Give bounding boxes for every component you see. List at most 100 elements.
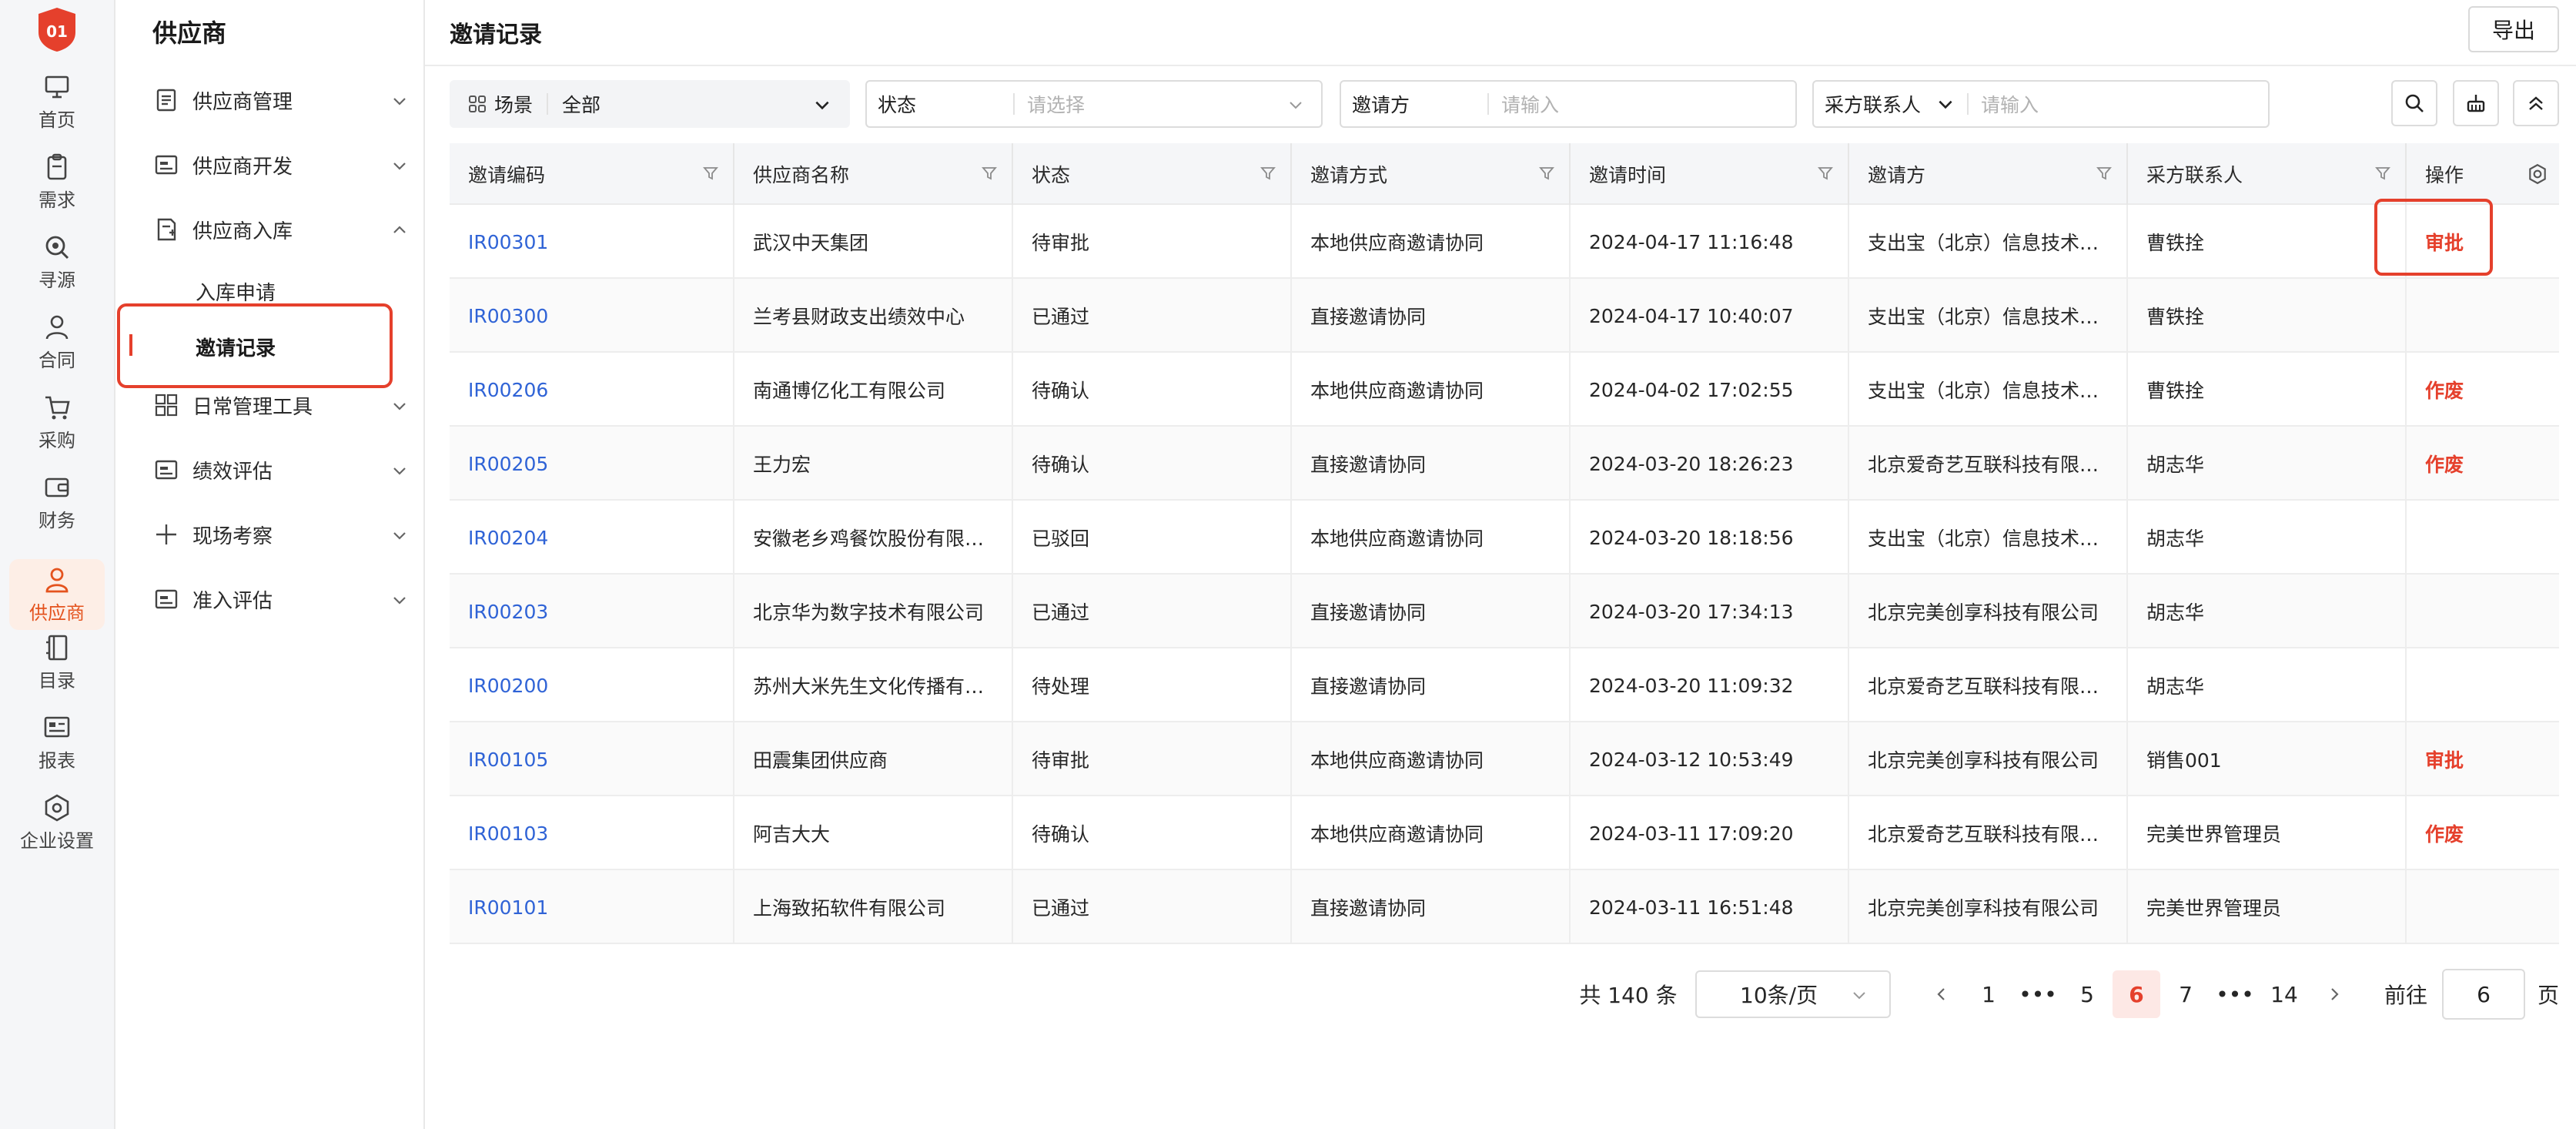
rail-item-catalog[interactable]: 目录	[9, 627, 105, 698]
cell-code[interactable]: IR00301	[450, 205, 734, 279]
table-row: IR00301 武汉中天集团 待审批 本地供应商邀请协同 2024-04-17 11:1…	[450, 205, 2559, 279]
column-header-method[interactable]: 邀请方式	[1292, 143, 1571, 205]
rail-item-label: 财务	[38, 509, 75, 531]
cell-code[interactable]: IR00206	[450, 353, 734, 427]
column-filter-icon[interactable]	[2096, 165, 2113, 182]
prev-page-button[interactable]	[1922, 970, 1962, 1018]
column-header-label: 状态	[1032, 164, 1071, 186]
rail-item-search-source[interactable]: 寻源	[9, 226, 105, 297]
column-header-supplier-name[interactable]: 供应商名称	[734, 143, 1013, 205]
table-row: IR00204 安徽老乡鸡餐饮股份有限… 已驳回 本地供应商邀请协同 2024-03-2…	[450, 501, 2559, 575]
cell-code[interactable]: IR00105	[450, 722, 734, 796]
rail-item-monitor[interactable]: 首页	[9, 66, 105, 137]
rail-item-report[interactable]: 报表	[9, 707, 105, 778]
export-button[interactable]: 导出	[2468, 6, 2559, 52]
rail-item-cart[interactable]: 采购	[9, 387, 105, 457]
document-list-icon	[156, 89, 176, 112]
page-number-button[interactable]: 14	[2260, 970, 2308, 1018]
scene-select[interactable]: 场景 全部	[450, 80, 850, 128]
cell-code[interactable]: IR00205	[450, 427, 734, 501]
column-filter-icon[interactable]	[981, 165, 998, 182]
cell-method: 直接邀请协同	[1292, 279, 1571, 353]
cell-inviter: 支出宝（北京）信息技术…	[1849, 279, 2128, 353]
cell-buyer-contact: 曹铁拴	[2128, 205, 2407, 279]
goto-page-input[interactable]: 6	[2442, 969, 2525, 1020]
column-filter-icon[interactable]	[702, 165, 719, 182]
cell-status: 待确认	[1013, 427, 1292, 501]
table-row: IR00205 王力宏 待确认 直接邀请协同 2024-03-20 18:26:23 北京…	[450, 427, 2559, 501]
cell-status: 已通过	[1013, 870, 1292, 944]
sidebar-item-label: 绩效评估	[192, 460, 273, 484]
search-icon	[2405, 94, 2424, 112]
cell-status: 待处理	[1013, 648, 1292, 722]
cell-code[interactable]: IR00204	[450, 501, 734, 575]
cell-status: 待确认	[1013, 353, 1292, 427]
cell-code[interactable]: IR00300	[450, 279, 734, 353]
column-filter-icon[interactable]	[2374, 165, 2391, 182]
table-row: IR00206 南通博亿化工有限公司 待确认 本地供应商邀请协同 2024-04-02 …	[450, 353, 2559, 427]
grid-apps-icon	[155, 394, 178, 417]
column-filter-icon[interactable]	[1260, 165, 1276, 182]
page-number-button[interactable]: 7	[2162, 970, 2210, 1018]
cell-code[interactable]: IR00203	[450, 575, 734, 648]
sidebar-item-daily-tools[interactable]: 日常管理工具	[154, 384, 408, 427]
rail-item-clipboard[interactable]: 需求	[9, 146, 105, 217]
inviter-divider	[1487, 93, 1489, 115]
row-action-link[interactable]: 作废	[2407, 427, 2559, 501]
cell-inviter: 北京爱奇艺互联科技有限…	[1849, 427, 2128, 501]
column-header-status[interactable]: 状态	[1013, 143, 1292, 205]
column-header-inviter[interactable]: 邀请方	[1849, 143, 2128, 205]
column-header-code[interactable]: 邀请编码	[450, 143, 734, 205]
sidebar-item-supplier-development[interactable]: 供应商开发	[154, 143, 408, 186]
cell-code[interactable]: IR00200	[450, 648, 734, 722]
cell-method: 直接邀请协同	[1292, 427, 1571, 501]
sidebar-subitem-onboarding-application[interactable]: 入库申请	[196, 277, 276, 306]
column-header-time[interactable]: 邀请时间	[1571, 143, 1849, 205]
buyer-contact-filter-input[interactable]: 采方联系人 请输入	[1812, 80, 2270, 128]
row-action-link[interactable]: 审批	[2407, 722, 2559, 796]
sidebar-item-supplier-management[interactable]: 供应商管理	[154, 79, 408, 122]
table-row: IR00105 田震集团供应商 待审批 本地供应商邀请协同 2024-03-12 10:…	[450, 722, 2559, 796]
inviter-filter-input[interactable]: 邀请方 请输入	[1340, 80, 1797, 128]
page-size-select[interactable]: 10条/页	[1695, 970, 1891, 1018]
chevron-down-icon	[1939, 100, 1952, 109]
page-ellipsis[interactable]: •••	[2211, 970, 2259, 1018]
column-settings-gear-icon[interactable]	[2527, 163, 2548, 185]
cell-code[interactable]: IR00103	[450, 796, 734, 870]
column-filter-icon[interactable]	[1817, 165, 1834, 182]
rail-item-settings-hex[interactable]: 企业设置	[9, 787, 105, 858]
sidebar-item-performance[interactable]: 绩效评估	[154, 448, 408, 491]
cell-buyer-contact: 胡志华	[2128, 427, 2407, 501]
sidebar-item-access-evaluation[interactable]: 准入评估	[154, 578, 408, 621]
sidebar-item-supplier-onboarding[interactable]: 供应商入库	[154, 208, 408, 251]
rail-item-label: 企业设置	[20, 829, 94, 852]
rail-item-wallet[interactable]: 财务	[9, 467, 105, 538]
row-action-link[interactable]: 作废	[2407, 796, 2559, 870]
svg-text:01: 01	[46, 22, 68, 41]
page-number-button[interactable]: 6	[2113, 970, 2160, 1018]
sidebar-item-site-inspection[interactable]: 现场考察	[154, 513, 408, 556]
rail-item-label: 目录	[38, 669, 75, 692]
cell-supplier-name: 南通博亿化工有限公司	[734, 353, 1013, 427]
page-number-button[interactable]: 1	[1965, 970, 2012, 1018]
cell-time: 2024-03-20 18:26:23	[1571, 427, 1849, 501]
rail-item-person-contract[interactable]: 合同	[9, 307, 105, 377]
rail-item-supplier[interactable]: 供应商	[9, 559, 105, 630]
column-header-buyer-contact[interactable]: 采方联系人	[2128, 143, 2407, 205]
dashboard-card-icon	[155, 589, 178, 609]
search-button[interactable]	[2391, 80, 2437, 126]
status-filter-select[interactable]: 状态 请选择	[865, 80, 1323, 128]
collapse-filters-button[interactable]	[2513, 80, 2559, 126]
cell-supplier-name: 北京华为数字技术有限公司	[734, 575, 1013, 648]
report-icon	[44, 716, 70, 737]
next-page-button[interactable]	[2314, 970, 2354, 1018]
column-header-label: 邀请方	[1868, 164, 1926, 186]
sidebar-subitem-invitation-records[interactable]: 邀请记录	[196, 333, 276, 361]
row-action-link[interactable]: 作废	[2407, 353, 2559, 427]
column-filter-icon[interactable]	[1538, 165, 1555, 182]
page-number-button[interactable]: 5	[2063, 970, 2111, 1018]
page-ellipsis[interactable]: •••	[2014, 970, 2062, 1018]
cell-supplier-name: 田震集团供应商	[734, 722, 1013, 796]
clear-filters-button[interactable]	[2453, 80, 2499, 126]
cell-code[interactable]: IR00101	[450, 870, 734, 944]
